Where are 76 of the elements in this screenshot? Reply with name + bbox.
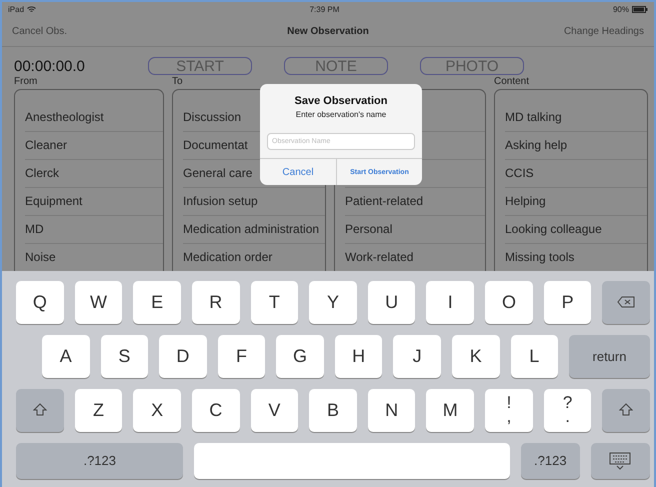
list-item[interactable]: Missing tools xyxy=(505,250,574,264)
key[interactable]: G xyxy=(276,334,324,378)
list-item[interactable]: Patient-related xyxy=(345,194,424,208)
space-key[interactable] xyxy=(194,442,510,480)
battery-percent: 90% xyxy=(612,4,629,14)
list-item[interactable]: Work-related xyxy=(345,250,414,264)
shift-icon xyxy=(32,403,47,418)
key[interactable]: I xyxy=(426,281,474,324)
cancel-button[interactable]: Cancel xyxy=(260,159,336,185)
column-heading: From xyxy=(14,76,38,87)
device-name: iPad xyxy=(8,4,24,14)
list-item[interactable]: Helping xyxy=(505,194,546,208)
screen-title: New Observation xyxy=(287,26,369,36)
key[interactable]: R xyxy=(192,281,240,324)
shift-key[interactable] xyxy=(16,388,64,432)
key[interactable]: S xyxy=(100,334,148,378)
list-item[interactable]: CCIS xyxy=(505,166,534,180)
key[interactable]: M xyxy=(426,388,474,432)
clock: 7:39 PM xyxy=(310,4,340,14)
list-item[interactable]: Medication order xyxy=(183,250,272,264)
list-item[interactable]: Clerck xyxy=(25,166,60,180)
key[interactable]: V xyxy=(250,388,298,432)
key[interactable]: A xyxy=(42,334,90,378)
list-item[interactable]: Infusion setup xyxy=(183,194,258,208)
key[interactable]: Z xyxy=(74,388,122,432)
key[interactable]: T xyxy=(250,281,298,324)
battery-icon xyxy=(632,6,648,12)
key[interactable]: ! , xyxy=(485,388,533,432)
key[interactable]: Q xyxy=(16,281,64,324)
list-item[interactable]: Documentat xyxy=(183,138,248,152)
key[interactable]: P xyxy=(544,281,592,324)
list-item[interactable]: MD talking xyxy=(505,110,562,124)
backspace-icon xyxy=(617,296,636,308)
key[interactable]: E xyxy=(133,281,181,324)
list-item[interactable]: General care xyxy=(183,166,252,180)
list-item[interactable]: Anestheologist xyxy=(25,110,104,124)
wifi-icon xyxy=(27,6,36,12)
list-item[interactable]: Noise xyxy=(25,250,56,264)
return-key[interactable]: return xyxy=(569,334,650,378)
key[interactable]: D xyxy=(159,334,207,378)
dialog-title: Save Observation xyxy=(294,95,388,107)
dialog-message: Enter observation's name xyxy=(296,110,386,119)
keyboard-icon xyxy=(609,452,632,470)
list-item[interactable]: Cleaner xyxy=(25,138,68,152)
key[interactable]: U xyxy=(368,281,416,324)
shift-icon xyxy=(619,403,634,418)
key[interactable]: B xyxy=(309,388,357,432)
list-item[interactable]: Personal xyxy=(345,222,392,236)
key[interactable]: X xyxy=(133,388,181,432)
column-heading: To xyxy=(172,76,183,87)
change-headings-link[interactable]: Change Headings xyxy=(564,26,644,36)
timer: 00:00:00.0 xyxy=(14,58,86,74)
key[interactable]: C xyxy=(192,388,240,432)
key[interactable]: F xyxy=(218,334,266,378)
key[interactable]: W xyxy=(74,281,122,324)
column-heading: Content xyxy=(494,76,530,87)
key[interactable]: Y xyxy=(309,281,357,324)
key[interactable]: ? . xyxy=(544,388,592,432)
cancel-link[interactable]: Cancel Obs. xyxy=(12,26,288,36)
key[interactable]: K xyxy=(452,334,500,378)
key[interactable]: N xyxy=(368,388,416,432)
key[interactable]: L xyxy=(510,334,558,378)
numbers-key[interactable]: .?123 xyxy=(520,442,580,480)
numbers-key[interactable]: .?123 xyxy=(16,442,184,480)
key[interactable]: O xyxy=(485,281,533,324)
list-item[interactable]: Equipment xyxy=(25,194,82,208)
list-item[interactable]: MD xyxy=(25,222,44,236)
list-item[interactable]: Looking colleague xyxy=(505,222,602,236)
hide-keyboard-key[interactable] xyxy=(590,442,650,480)
list-item[interactable]: Asking help xyxy=(505,138,568,152)
list-item[interactable]: Discussion xyxy=(183,110,242,124)
list-item[interactable]: Medication administration xyxy=(183,222,320,236)
backspace-key[interactable] xyxy=(602,281,650,324)
key[interactable]: H xyxy=(334,334,382,378)
key[interactable]: J xyxy=(393,334,441,378)
shift-key[interactable] xyxy=(602,388,650,432)
